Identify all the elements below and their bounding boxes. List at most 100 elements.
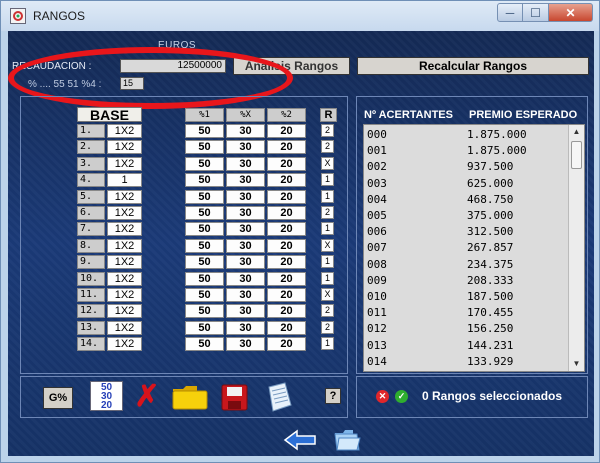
percent-cell[interactable]: 30 [226,173,265,187]
list-item[interactable]: 014 133.929 [367,354,557,369]
percent-cell[interactable]: 50 [185,272,224,286]
result-cell[interactable]: 2 [321,321,334,334]
title-bar[interactable]: RANGOS ─ ☐ ✕ [1,1,599,31]
result-cell[interactable]: 1 [321,222,334,235]
list-item[interactable]: 007 267.857 [367,240,557,255]
percent-cell[interactable]: 30 [226,239,265,253]
list-item[interactable]: 008 234.375 [367,257,557,272]
percent-cell[interactable]: 50 [185,337,224,351]
percent-cell[interactable]: 30 [226,288,265,302]
scroll-down-icon[interactable]: ▼ [569,357,584,371]
result-cell[interactable]: 2 [321,304,334,317]
result-cell[interactable]: 1 [321,173,334,186]
percent-cell[interactable]: 20 [267,157,306,171]
match-sign[interactable]: 1X2 [107,222,142,236]
list-item[interactable]: 003 625.000 [367,176,557,191]
percent-cell[interactable]: 20 [267,222,306,236]
folder-icon[interactable] [171,383,209,411]
result-cell[interactable]: 1 [321,255,334,268]
percent-cell[interactable]: 20 [267,321,306,335]
match-sign[interactable]: 1X2 [107,206,142,220]
results-list[interactable]: 000 1.875.000 001 1.875.000 002 937.500 003 625… [363,124,585,372]
percent-cell[interactable]: 50 [185,304,224,318]
percent-cell[interactable]: 30 [226,206,265,220]
percent-cell[interactable]: 20 [267,190,306,204]
list-item[interactable]: 000 1.875.000 [367,127,557,142]
close-button[interactable]: ✕ [549,3,593,22]
scroll-up-icon[interactable]: ▲ [569,125,584,139]
list-item[interactable]: 010 187.500 [367,289,557,304]
match-sign[interactable]: 1X2 [107,157,142,171]
list-item[interactable]: 002 937.500 [367,159,557,174]
scroll-thumb[interactable] [571,141,582,169]
list-item[interactable]: 005 375.000 [367,208,557,223]
match-sign[interactable]: 1 [107,173,142,187]
match-sign[interactable]: 1X2 [107,288,142,302]
percent-cell[interactable]: 20 [267,140,306,154]
percent-cell[interactable]: 30 [226,190,265,204]
percent-cell[interactable]: 20 [267,272,306,286]
percent-cell[interactable]: 30 [226,157,265,171]
percent-cell[interactable]: 50 [185,321,224,335]
percent-cell[interactable]: 30 [226,272,265,286]
result-cell[interactable]: X [321,239,334,252]
percent-cell[interactable]: 50 [185,239,224,253]
results-scrollbar[interactable]: ▲ ▼ [568,125,584,371]
result-cell[interactable]: 2 [321,124,334,137]
percent-cell[interactable]: 50 [185,140,224,154]
percent-cell[interactable]: 20 [267,255,306,269]
result-cell[interactable]: X [321,288,334,301]
percent-cell[interactable]: 30 [226,321,265,335]
notepad-icon[interactable] [263,381,295,413]
percent-cell[interactable]: 30 [226,124,265,138]
match-sign[interactable]: 1X2 [107,239,142,253]
list-item[interactable]: 009 208.333 [367,273,557,288]
percent-cell[interactable]: 30 [226,337,265,351]
match-sign[interactable]: 1X2 [107,255,142,269]
percent-cell[interactable]: 20 [267,173,306,187]
percentages-button[interactable]: 50 30 20 [90,381,123,411]
percent-cell[interactable]: 30 [226,255,265,269]
percent-cell[interactable]: 50 [185,288,224,302]
match-sign[interactable]: 1X2 [107,124,142,138]
list-item[interactable]: 004 468.750 [367,192,557,207]
g-percent-button[interactable]: G% [43,387,73,409]
percent-cell[interactable]: 50 [185,255,224,269]
percent-cell[interactable]: 20 [267,124,306,138]
match-sign[interactable]: 1X2 [107,321,142,335]
result-cell[interactable]: 1 [321,190,334,203]
recalcular-rangos-button[interactable]: Recalcular Rangos [357,57,589,75]
percent-cell[interactable]: 30 [226,222,265,236]
percent-cell[interactable]: 50 [185,173,224,187]
percent-cell[interactable]: 50 [185,222,224,236]
match-sign[interactable]: 1X2 [107,304,142,318]
percent-cell[interactable]: 30 [226,140,265,154]
list-item[interactable]: 013 144.231 [367,338,557,353]
percent-cell[interactable]: 50 [185,206,224,220]
percent-cell[interactable]: 30 [226,304,265,318]
maximize-button[interactable]: ☐ [523,3,549,22]
help-button[interactable]: ? [325,388,341,404]
percent-cell[interactable]: 20 [267,304,306,318]
result-cell[interactable]: X [321,157,334,170]
percent-cell[interactable]: 20 [267,337,306,351]
match-sign[interactable]: 1X2 [107,272,142,286]
percent-cell[interactable]: 50 [185,157,224,171]
result-cell[interactable]: 2 [321,140,334,153]
deselect-icon[interactable]: ✕ [376,389,389,403]
percent-cell[interactable]: 20 [267,206,306,220]
list-item[interactable]: 011 170.455 [367,305,557,320]
percent-cell[interactable]: 20 [267,239,306,253]
back-arrow-icon[interactable] [283,429,317,451]
open-folder-icon[interactable] [333,425,361,453]
match-sign[interactable]: 1X2 [107,337,142,351]
percent-cell[interactable]: 20 [267,288,306,302]
result-cell[interactable]: 1 [321,272,334,285]
result-cell[interactable]: 1 [321,337,334,350]
select-icon[interactable]: ✓ [395,389,408,403]
percent-cell[interactable]: 50 [185,124,224,138]
list-item[interactable]: 006 312.500 [367,224,557,239]
delete-icon[interactable]: ✗ [133,380,161,413]
list-item[interactable]: 012 156.250 [367,321,557,336]
result-cell[interactable]: 2 [321,206,334,219]
